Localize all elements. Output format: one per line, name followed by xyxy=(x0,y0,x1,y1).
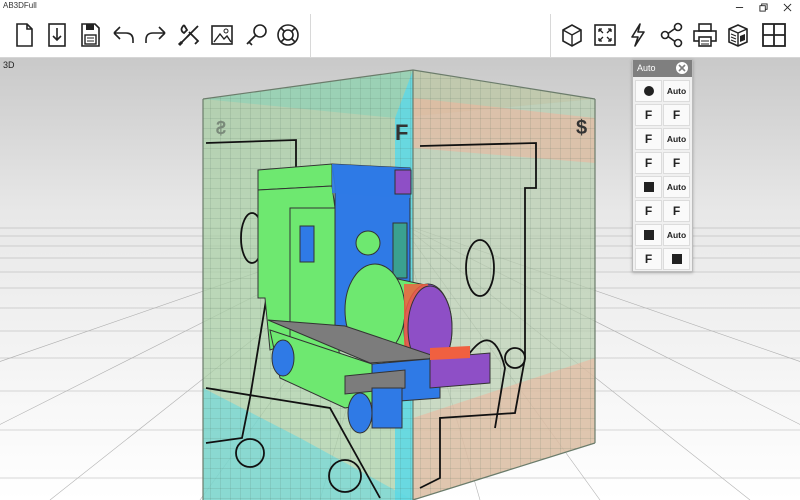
option-f-button[interactable]: F xyxy=(663,104,690,126)
square-icon xyxy=(643,230,654,240)
auto-panel-row: FF xyxy=(635,200,691,222)
option-f-button[interactable]: F xyxy=(635,248,662,270)
auto-panel-row: FF xyxy=(635,104,691,126)
restore-button[interactable] xyxy=(752,0,774,14)
auto-panel-row: Auto xyxy=(635,224,691,246)
auto-panel-close-button[interactable] xyxy=(676,62,688,74)
option-square-button[interactable] xyxy=(635,176,662,198)
title-bar: AB3DFull xyxy=(0,0,800,14)
option-square-button[interactable] xyxy=(663,248,690,270)
auto-panel-header: Auto xyxy=(633,60,692,77)
redo-icon xyxy=(145,26,166,43)
auto-panel-row: F xyxy=(635,248,691,270)
app-title: AB3DFull xyxy=(3,1,37,10)
train-cab-window xyxy=(299,225,315,263)
minimize-icon xyxy=(735,6,743,8)
option-f-button[interactable]: F xyxy=(663,200,690,222)
redo-button[interactable] xyxy=(140,17,172,53)
face-label-left-mirrored: $ xyxy=(216,118,226,138)
face-label-right: $ xyxy=(576,117,587,139)
layout-grid-button[interactable] xyxy=(758,17,790,53)
auto-panel-row: Auto xyxy=(635,176,691,198)
option-auto-button[interactable]: Auto xyxy=(663,80,690,102)
key-icon xyxy=(246,24,267,46)
auto-panel-row: F Auto xyxy=(635,128,691,150)
cube-view-button[interactable] xyxy=(556,17,588,53)
option-dot-button[interactable] xyxy=(635,80,662,102)
package-button[interactable] xyxy=(722,17,754,53)
undo-icon xyxy=(113,26,134,43)
minimize-button[interactable] xyxy=(728,0,750,14)
help-button[interactable] xyxy=(272,17,304,53)
auto-panel-row: Auto xyxy=(635,80,691,102)
help-lifebuoy-icon xyxy=(277,24,299,46)
print-icon xyxy=(693,23,717,47)
layout-grid-icon xyxy=(762,23,786,47)
share-button[interactable] xyxy=(656,17,688,53)
share-icon xyxy=(660,22,683,48)
tools-button[interactable] xyxy=(173,17,205,53)
new-file-button[interactable] xyxy=(8,17,40,53)
train-wheel-rear xyxy=(347,392,373,434)
restore-icon xyxy=(758,2,768,12)
option-auto-button[interactable]: Auto xyxy=(663,128,690,150)
new-file-icon xyxy=(16,23,33,47)
option-f-button[interactable]: F xyxy=(635,104,662,126)
fit-view-button[interactable] xyxy=(589,17,621,53)
lightning-button[interactable] xyxy=(622,17,654,53)
square-icon xyxy=(671,254,682,264)
package-icon xyxy=(728,24,748,47)
option-square-button[interactable] xyxy=(635,224,662,246)
close-icon xyxy=(783,3,791,11)
option-f-button[interactable]: F xyxy=(635,128,662,150)
key-button[interactable] xyxy=(240,17,272,53)
option-f-button[interactable]: F xyxy=(635,200,662,222)
tools-icon xyxy=(177,24,200,47)
image-button[interactable] xyxy=(206,17,238,53)
train-chimney xyxy=(392,222,408,279)
undo-button[interactable] xyxy=(107,17,139,53)
option-f-button[interactable]: F xyxy=(635,152,662,174)
auto-panel: Auto Auto F F F Auto F F Auto F F Auto F xyxy=(632,59,693,272)
train-cab-trim xyxy=(394,169,412,195)
print-button[interactable] xyxy=(689,17,721,53)
lightning-icon xyxy=(631,23,645,47)
train-base-orange xyxy=(430,346,470,360)
circle-icon xyxy=(643,86,654,96)
train-cab-porthole xyxy=(355,230,381,256)
fit-view-icon xyxy=(594,24,616,46)
train-wheel-block xyxy=(371,387,403,429)
toolbar-separator xyxy=(550,14,551,58)
face-label-top: F xyxy=(395,120,408,145)
auto-panel-row: FF xyxy=(635,152,691,174)
close-icon xyxy=(678,64,686,72)
import-icon xyxy=(48,23,66,47)
close-window-button[interactable] xyxy=(776,0,798,14)
cube-view-icon xyxy=(562,24,582,47)
option-f-button[interactable]: F xyxy=(663,152,690,174)
toolbar-separator xyxy=(310,14,311,58)
save-icon xyxy=(81,23,100,47)
image-icon xyxy=(211,25,233,45)
option-auto-button[interactable]: Auto xyxy=(663,176,690,198)
main-toolbar xyxy=(0,14,800,58)
save-button[interactable] xyxy=(74,17,106,53)
option-auto-button[interactable]: Auto xyxy=(663,224,690,246)
square-icon xyxy=(643,182,654,192)
train-wheel-front xyxy=(271,339,295,377)
view-mode-label: 3D xyxy=(3,60,15,70)
import-button[interactable] xyxy=(41,17,73,53)
auto-panel-title: Auto xyxy=(637,63,656,73)
